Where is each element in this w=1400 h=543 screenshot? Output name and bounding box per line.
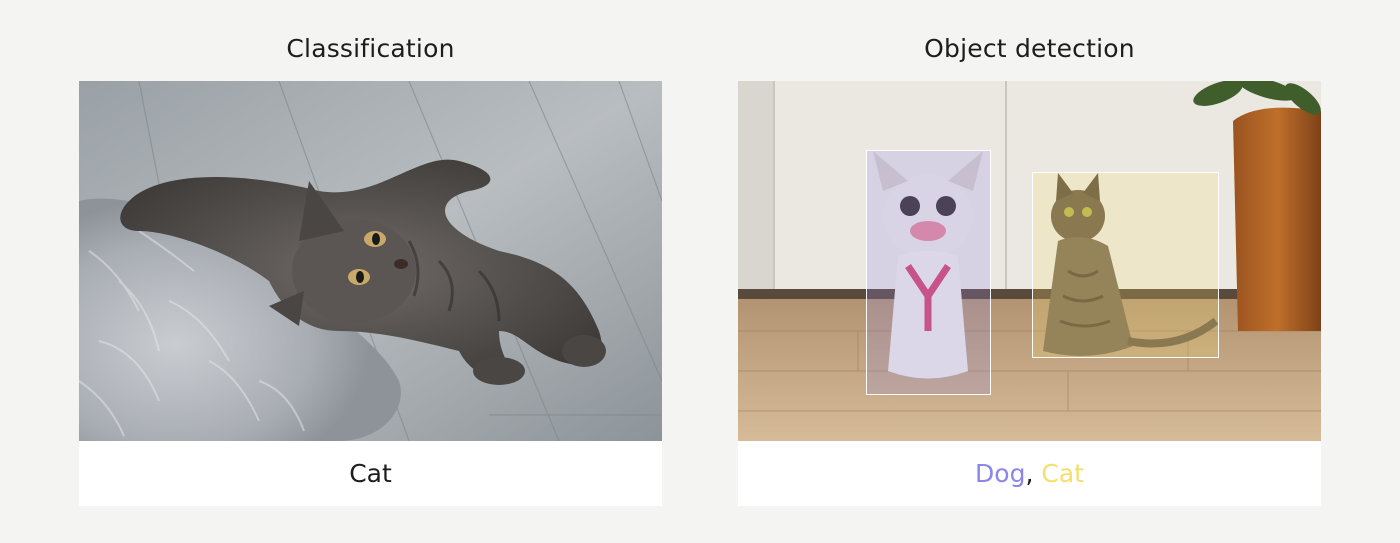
dog-and-cat-photo <box>738 81 1321 441</box>
cat-bounding-box <box>1032 172 1219 358</box>
detection-label-dog: Dog <box>975 459 1026 488</box>
dog-bounding-box <box>866 150 991 395</box>
classification-label: Cat <box>79 441 662 506</box>
kitten-photo <box>79 81 662 441</box>
class-label-cat: Cat <box>349 459 392 488</box>
detection-labels: Dog, Cat <box>738 441 1321 506</box>
detection-title: Object detection <box>924 34 1135 63</box>
classification-title: Classification <box>286 34 455 63</box>
label-separator: , <box>1025 459 1042 488</box>
detection-label-cat: Cat <box>1041 459 1084 488</box>
